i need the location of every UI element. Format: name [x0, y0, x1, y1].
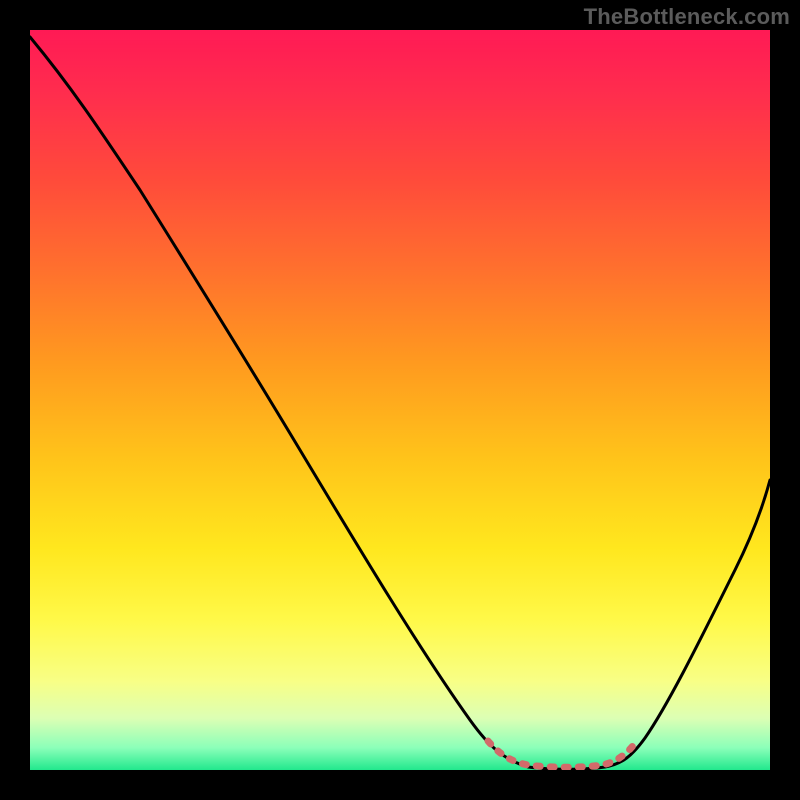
- curve-layer: [30, 30, 770, 770]
- bottleneck-curve: [30, 37, 770, 769]
- chart-frame: TheBottleneck.com: [0, 0, 800, 800]
- plot-area: [30, 30, 770, 770]
- watermark-text: TheBottleneck.com: [584, 4, 790, 30]
